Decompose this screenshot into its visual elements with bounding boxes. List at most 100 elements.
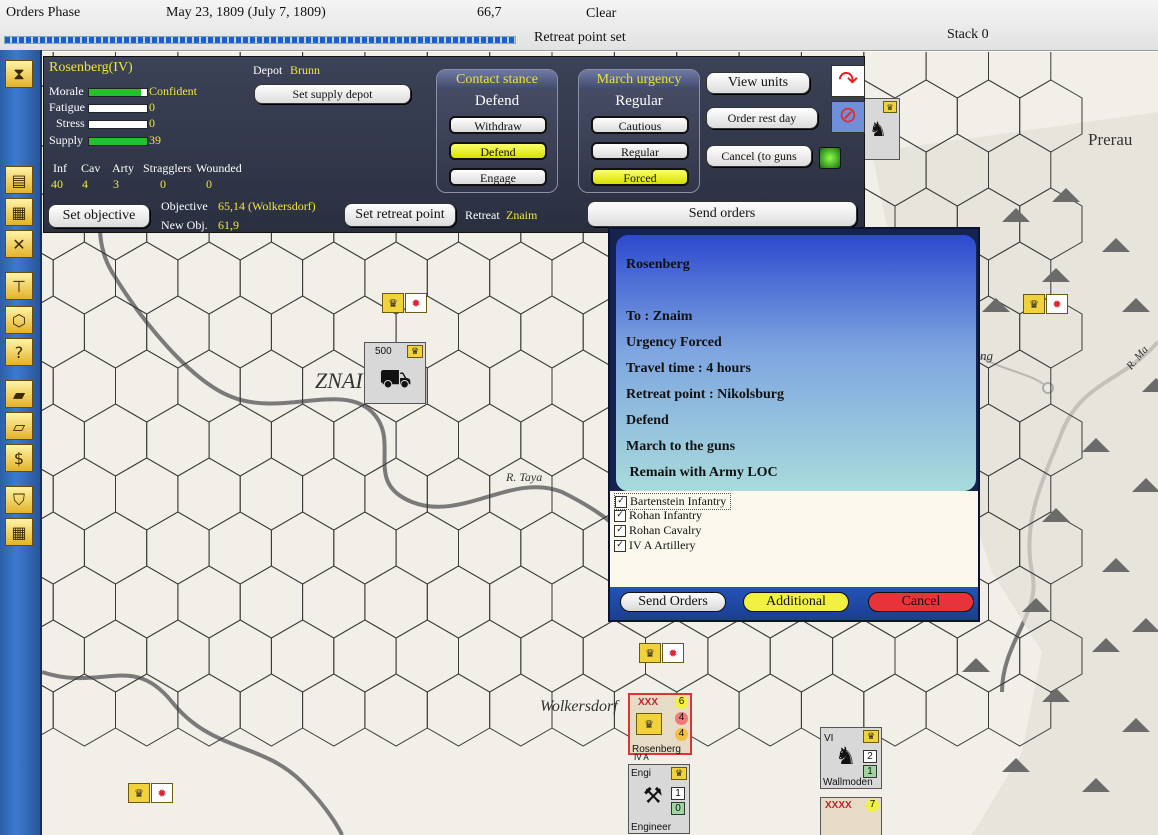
additional-button[interactable]: Additional xyxy=(743,592,849,612)
stacked-unit-label: IV A xyxy=(634,753,649,762)
hex-cell xyxy=(239,241,304,315)
fatigue-bar xyxy=(88,104,148,113)
summary-destination: To : Znaim xyxy=(626,309,693,324)
hex-cell xyxy=(894,79,958,153)
send-orders-button[interactable]: Send orders xyxy=(587,201,857,227)
hex-cell xyxy=(458,295,522,369)
engage-button[interactable]: Engage xyxy=(449,168,547,186)
help-icon[interactable]: ? xyxy=(5,338,33,366)
summary-stance: Defend xyxy=(626,413,669,428)
hex-cell xyxy=(489,349,553,423)
cautious-button[interactable]: Cautious xyxy=(591,116,689,134)
hex-icon[interactable]: ⬡ xyxy=(5,306,33,334)
summary-march-to-guns: March to the guns xyxy=(626,439,736,454)
hex-cell xyxy=(738,673,802,747)
hex-cell xyxy=(551,565,615,639)
unit-check-label: Bartenstein Infantry xyxy=(630,494,727,508)
grenade-icon: ✹ xyxy=(405,293,427,313)
rosenberg-counter[interactable]: XXX ♛ 6 4 4 Rosenberg xyxy=(628,693,692,755)
redo-arrow-icon[interactable]: ↷ xyxy=(831,65,865,97)
engineer-counter[interactable]: Engi ♛ ⚒ 1 0 Engineer xyxy=(628,764,690,834)
hex-cell xyxy=(42,360,54,412)
mountain-symbol xyxy=(962,658,990,672)
wallmoden-corps: VI xyxy=(824,733,834,744)
stress-bar xyxy=(88,120,148,129)
hex-cell xyxy=(42,295,85,369)
eagle-icon: ♛ xyxy=(128,783,150,803)
new-obj-value: 61,9 xyxy=(218,218,239,232)
hex-cell xyxy=(42,403,85,477)
austrian-unit-marker[interactable]: ♛ ✹ xyxy=(1023,294,1068,314)
map-label-znaim: ZNAI xyxy=(315,368,363,393)
dialog-cancel-button[interactable]: Cancel xyxy=(868,592,974,612)
depot-counter[interactable]: 500 ♛ ⛟ xyxy=(364,342,426,404)
hex-cell xyxy=(458,403,522,477)
set-retreat-point-button[interactable]: Set retreat point xyxy=(344,203,456,227)
hex-cell xyxy=(520,403,584,477)
hex-cell xyxy=(52,457,116,531)
checkbox-checked-icon[interactable]: ✓ xyxy=(614,539,626,552)
money-icon[interactable]: $ xyxy=(5,444,33,472)
hex-cell xyxy=(177,241,241,315)
contact-stance-title: Contact stance xyxy=(437,70,557,90)
engineer-stat-1: 1 xyxy=(671,787,685,800)
road-icon[interactable]: ▱ xyxy=(5,412,33,440)
withdraw-button[interactable]: Withdraw xyxy=(449,116,547,134)
hex-cell xyxy=(395,511,459,585)
battle-icon[interactable]: ✕ xyxy=(5,230,33,258)
set-supply-depot-button[interactable]: Set supply depot xyxy=(254,84,411,104)
progress-bar xyxy=(4,36,516,44)
reinforcement-icon[interactable]: ▰ xyxy=(5,380,33,408)
hex-cell xyxy=(426,457,491,531)
unit-check-item[interactable]: ✓ Rohan Cavalry xyxy=(614,523,701,538)
hex-cell xyxy=(42,511,85,585)
march-urgency-value: Regular xyxy=(615,93,663,109)
summary-unit: Rosenberg xyxy=(626,257,690,272)
wallmoden-name: Wallmoden xyxy=(823,777,873,788)
morale-bar-fill xyxy=(89,89,142,96)
status-message: Retreat point set xyxy=(534,30,626,45)
org-chart-icon[interactable]: ⊤ xyxy=(5,272,33,300)
hourglass-icon[interactable]: ⧗ xyxy=(5,60,33,88)
hex-cell xyxy=(520,295,584,369)
wallmoden-counter[interactable]: VI ♛ ♞ 2 1 Wallmoden xyxy=(820,727,882,789)
checkbox-checked-icon[interactable]: ✓ xyxy=(614,524,626,537)
dialog-send-orders-button[interactable]: Send Orders xyxy=(620,592,726,612)
hex-cell xyxy=(551,241,615,315)
hex-cell xyxy=(520,511,584,585)
shield-icon[interactable]: ⛉ xyxy=(5,486,33,514)
unit-check-label: IV A Artillery xyxy=(629,538,696,552)
austrian-unit-marker[interactable]: ♛ ✹ xyxy=(639,643,684,663)
hex-cell xyxy=(270,295,335,369)
view-units-button[interactable]: View units xyxy=(706,72,810,94)
checkbox-checked-icon[interactable]: ✓ xyxy=(615,495,627,508)
hex-cell xyxy=(42,252,54,304)
unit-check-item[interactable]: ✓ IV A Artillery xyxy=(614,538,695,553)
forced-button[interactable]: Forced xyxy=(591,168,689,186)
army-counter[interactable]: XXXX 7 xyxy=(820,797,882,835)
left-toolbar: ⧗ ▤ ▦ ✕ ⊤ ⬡ ? ▰ ▱ $ ⛉ ▦ xyxy=(0,50,42,835)
river-south xyxy=(42,670,344,835)
hex-cell xyxy=(239,457,304,531)
cavalry-figure-icon: ♞ xyxy=(835,743,857,770)
austrian-unit-marker[interactable]: ♛ ✹ xyxy=(382,293,427,313)
defend-button[interactable]: Defend xyxy=(449,142,547,160)
unit-check-label: Rohan Cavalry xyxy=(629,523,702,537)
order-rest-day-button[interactable]: Order rest day xyxy=(706,107,818,129)
cancel-to-guns-button[interactable]: Cancel (to guns xyxy=(706,145,812,167)
austrian-unit-marker[interactable]: ♛ ✹ xyxy=(128,783,173,803)
supply-icon[interactable]: ▦ xyxy=(5,198,33,226)
unit-check-item[interactable]: ✓ Rohan Infantry xyxy=(614,508,702,523)
map-label-taya: R. Taya xyxy=(506,470,543,484)
hex-cell xyxy=(364,565,428,639)
regular-button[interactable]: Regular xyxy=(591,142,689,160)
hex-cell xyxy=(177,457,241,531)
grid-icon[interactable]: ▦ xyxy=(5,518,33,546)
checkbox-checked-icon[interactable]: ✓ xyxy=(614,509,626,522)
prohibit-icon[interactable]: ⊘ xyxy=(831,101,865,133)
hex-cell xyxy=(115,673,179,747)
unit-list-icon[interactable]: ▤ xyxy=(5,166,33,194)
set-objective-button[interactable]: Set objective xyxy=(48,204,150,228)
cavalry-counter[interactable]: ♛ ♞ xyxy=(864,98,900,160)
map-label-prerau: Prerau xyxy=(1088,130,1133,149)
